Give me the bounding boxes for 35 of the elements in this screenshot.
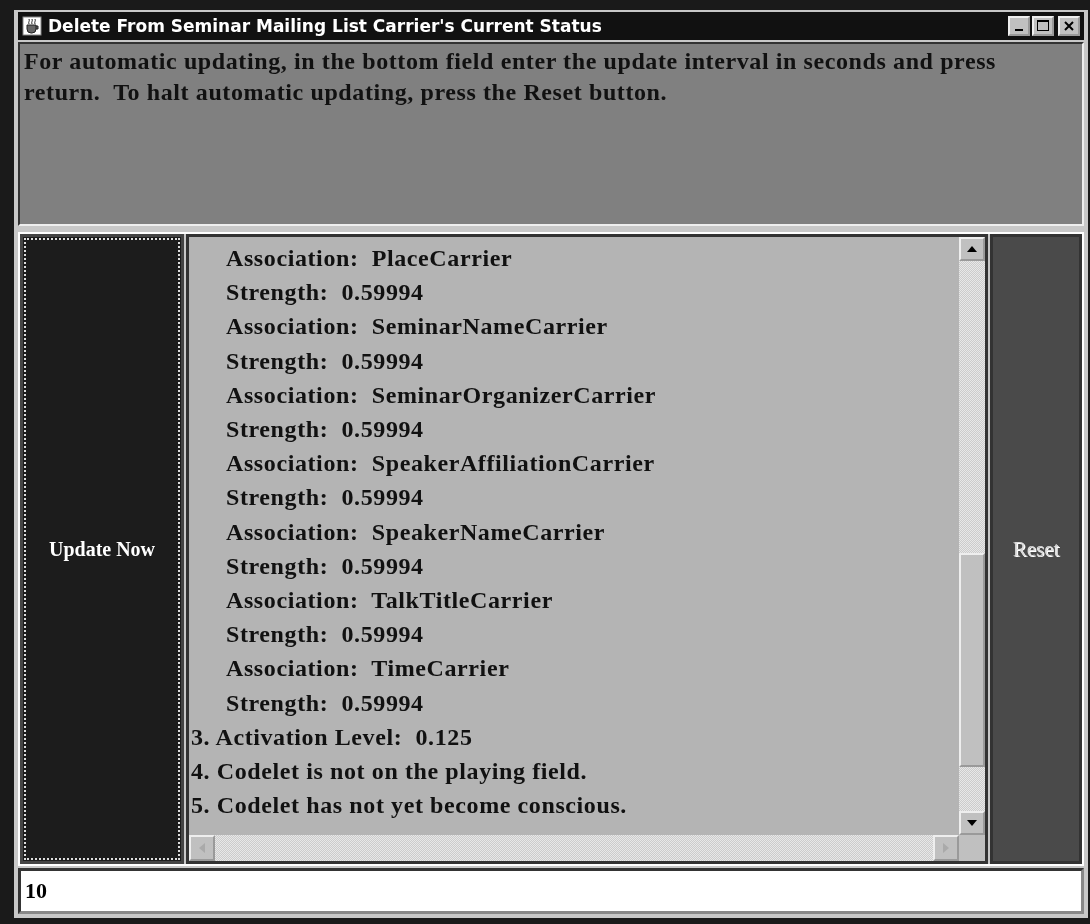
scroll-down-button[interactable] bbox=[959, 811, 985, 835]
scrollbar-corner bbox=[959, 835, 985, 861]
status-line: Association: SeminarNameCarrier bbox=[225, 312, 609, 342]
coffee-cup-icon bbox=[22, 16, 42, 36]
status-line: 3. Activation Level: 0.125 bbox=[191, 722, 474, 752]
status-line: Strength: 0.59994 bbox=[225, 483, 425, 513]
scroll-up-button[interactable] bbox=[959, 237, 985, 261]
instructions-text: For automatic updating, in the bottom field enter the update interval in seconds and press return. To halt automatic updating, press the Reset button. bbox=[24, 47, 998, 108]
close-icon bbox=[1062, 19, 1076, 33]
maximize-button[interactable] bbox=[1032, 16, 1054, 36]
minimize-icon bbox=[1015, 29, 1023, 31]
status-line: 4. Codelet is not on the playing field. bbox=[191, 757, 589, 787]
status-line: Strength: 0.59994 bbox=[225, 415, 425, 444]
down-arrow-icon bbox=[967, 820, 977, 826]
window-title: Delete From Seminar Mailing List Carrier's Current Status bbox=[48, 16, 603, 36]
minimize-button[interactable] bbox=[1008, 16, 1030, 36]
status-line: Strength: 0.59994 bbox=[225, 620, 425, 650]
status-line: Strength: 0.59994 bbox=[225, 551, 425, 581]
vertical-scrollbar[interactable] bbox=[959, 237, 985, 835]
status-line: Association: TalkTitleCarrier bbox=[225, 586, 554, 616]
status-line: Strength: 0.59994 bbox=[225, 278, 425, 308]
status-line: Association: PlaceCarrier bbox=[225, 244, 514, 273]
scroll-thumb[interactable] bbox=[959, 552, 985, 767]
status-line: Strength: 0.59994 bbox=[225, 688, 425, 718]
maximize-icon bbox=[1036, 19, 1050, 33]
update-now-button[interactable]: Update Now bbox=[20, 234, 184, 864]
up-arrow-icon bbox=[967, 246, 977, 252]
status-line: Strength: 0.59994 bbox=[225, 346, 425, 376]
status-line: Association: SpeakerNameCarrier bbox=[225, 517, 607, 547]
close-button[interactable] bbox=[1058, 16, 1080, 36]
status-line: Association: TimeCarrier bbox=[225, 654, 511, 684]
status-line: Association: SpeakerAffiliationCarrier bbox=[225, 449, 656, 479]
status-line: 5. Codelet has not yet become conscious. bbox=[191, 791, 628, 821]
interval-input-field[interactable]: 10 bbox=[18, 868, 1084, 914]
status-line: Association: SeminarOrganizerCarrier bbox=[225, 380, 658, 410]
